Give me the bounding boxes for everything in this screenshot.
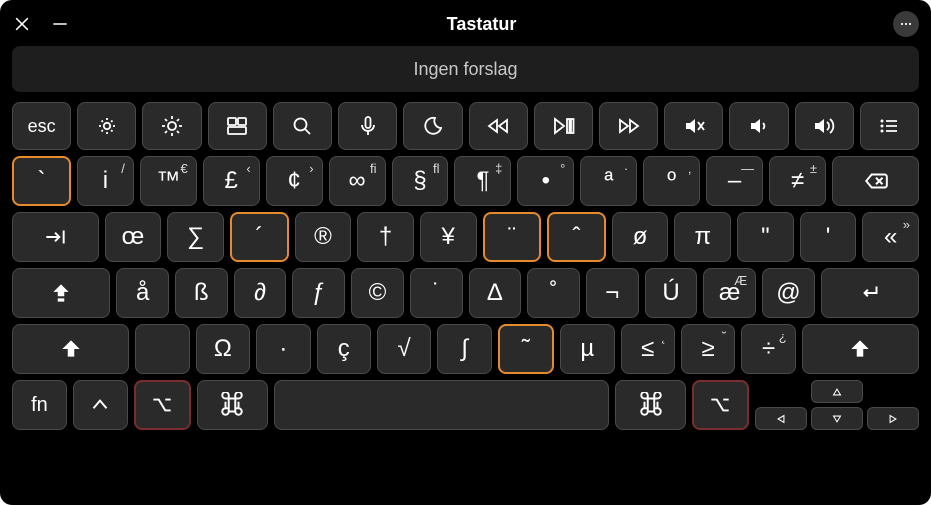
key-ø[interactable]: ø (612, 212, 669, 262)
key-≤[interactable]: ≤˛ (621, 324, 675, 374)
suggestion-text: Ingen forslag (413, 59, 517, 80)
key-˚[interactable]: ˚ (527, 268, 580, 318)
list-key[interactable] (860, 102, 919, 150)
key-@[interactable]: @ (762, 268, 815, 318)
key-≠[interactable]: ≠± (769, 156, 826, 206)
row-5: fn (12, 380, 919, 430)
row-4: Ω∙ç√∫˜µ≤˛≥˘÷¿ (12, 324, 919, 374)
key-Ω[interactable]: Ω (196, 324, 250, 374)
arrow-keys (755, 380, 919, 430)
rewind-key[interactable] (469, 102, 528, 150)
key-ß[interactable]: ß (175, 268, 228, 318)
arrow-right-key[interactable] (867, 407, 919, 430)
volume-up-key[interactable] (795, 102, 854, 150)
key-π[interactable]: π (674, 212, 731, 262)
key-¨[interactable]: ¨ (483, 212, 542, 262)
key-√[interactable]: √ (377, 324, 431, 374)
key-•[interactable]: •° (517, 156, 574, 206)
more-button[interactable] (893, 11, 919, 37)
key-£[interactable]: £‹ (203, 156, 260, 206)
command-right-key[interactable] (615, 380, 686, 430)
key-Ú[interactable]: Ú (645, 268, 698, 318)
key-œ[interactable]: œ (105, 212, 162, 262)
key-™[interactable]: ™€ (140, 156, 197, 206)
key-¥[interactable]: ¥ (420, 212, 477, 262)
key-ƒ[interactable]: ƒ (292, 268, 345, 318)
key-ˆ[interactable]: ˆ (547, 212, 606, 262)
key-'[interactable]: ' (800, 212, 857, 262)
brightness-up-key[interactable] (142, 102, 201, 150)
key-≥[interactable]: ≥˘ (681, 324, 735, 374)
key-∙[interactable]: ∙ (256, 324, 310, 374)
titlebar-left (12, 14, 70, 34)
dictation-key[interactable] (338, 102, 397, 150)
key-˜[interactable]: ˜ (498, 324, 554, 374)
mute-key[interactable] (664, 102, 723, 150)
control-key[interactable] (73, 380, 128, 430)
key-å[interactable]: å (116, 268, 169, 318)
row-3: åß∂ƒ©˙∆˚¬ÚæÆ@ (12, 268, 919, 318)
arrow-down-key[interactable] (811, 407, 863, 430)
row-1: `i/™€£‹¢›∞fi§fl¶‡•°ª·º‚–—≠± (12, 156, 919, 206)
spotlight-key[interactable] (273, 102, 332, 150)
key-"[interactable]: " (737, 212, 794, 262)
key-æ[interactable]: æÆ (703, 268, 756, 318)
backspace-key[interactable] (832, 156, 919, 206)
key-∆[interactable]: ∆ (469, 268, 522, 318)
space-key[interactable] (274, 380, 610, 430)
esc-key[interactable]: esc (12, 102, 71, 150)
minimize-icon[interactable] (50, 14, 70, 34)
key-©[interactable]: © (351, 268, 404, 318)
key-µ[interactable]: µ (560, 324, 614, 374)
play-pause-key[interactable] (534, 102, 593, 150)
tab-key[interactable] (12, 212, 99, 262)
titlebar-right (893, 11, 919, 37)
command-left-key[interactable] (197, 380, 268, 430)
arrow-up-key[interactable] (811, 380, 863, 403)
key-º[interactable]: º‚ (643, 156, 700, 206)
key-§[interactable]: §fl (392, 156, 449, 206)
arrow-left-key[interactable] (755, 407, 807, 430)
key-ç[interactable]: ç (317, 324, 371, 374)
key-÷[interactable]: ÷¿ (741, 324, 795, 374)
key-¶[interactable]: ¶‡ (454, 156, 511, 206)
window-title: Tastatur (70, 14, 893, 35)
mission-control-key[interactable] (208, 102, 267, 150)
key-∂[interactable]: ∂ (234, 268, 287, 318)
fast-forward-key[interactable] (599, 102, 658, 150)
function-row: esc (12, 102, 919, 150)
do-not-disturb-key[interactable] (403, 102, 462, 150)
keyboard-viewer-window: Tastatur Ingen forslag esc (0, 0, 931, 505)
shift-left-key[interactable] (12, 324, 129, 374)
titlebar: Tastatur (12, 10, 919, 38)
keyboard-rows: esc (12, 102, 919, 430)
suggestion-bar: Ingen forslag (12, 46, 919, 92)
key-†[interactable]: † (357, 212, 414, 262)
fn-key[interactable]: fn (12, 380, 67, 430)
return-key[interactable] (821, 268, 919, 318)
brightness-down-key[interactable] (77, 102, 136, 150)
key-®[interactable]: ® (295, 212, 352, 262)
close-icon[interactable] (12, 14, 32, 34)
key-i[interactable]: i/ (77, 156, 134, 206)
key-∞[interactable]: ∞fi (329, 156, 386, 206)
key-`[interactable]: ` (12, 156, 71, 206)
key-∫[interactable]: ∫ (437, 324, 491, 374)
key-blank[interactable] (135, 324, 189, 374)
key-–[interactable]: –— (706, 156, 763, 206)
option-right-key[interactable] (692, 380, 749, 430)
key-«[interactable]: «» (862, 212, 919, 262)
caps-lock-key[interactable] (12, 268, 110, 318)
volume-down-key[interactable] (729, 102, 788, 150)
key-´[interactable]: ´ (230, 212, 289, 262)
key-¬[interactable]: ¬ (586, 268, 639, 318)
key-∑[interactable]: ∑ (167, 212, 224, 262)
option-left-key[interactable] (134, 380, 191, 430)
shift-right-key[interactable] (802, 324, 919, 374)
key-¢[interactable]: ¢› (266, 156, 323, 206)
key-ª[interactable]: ª· (580, 156, 637, 206)
row-2: œ∑´®†¥¨ˆøπ"'«» (12, 212, 919, 262)
key-˙[interactable]: ˙ (410, 268, 463, 318)
